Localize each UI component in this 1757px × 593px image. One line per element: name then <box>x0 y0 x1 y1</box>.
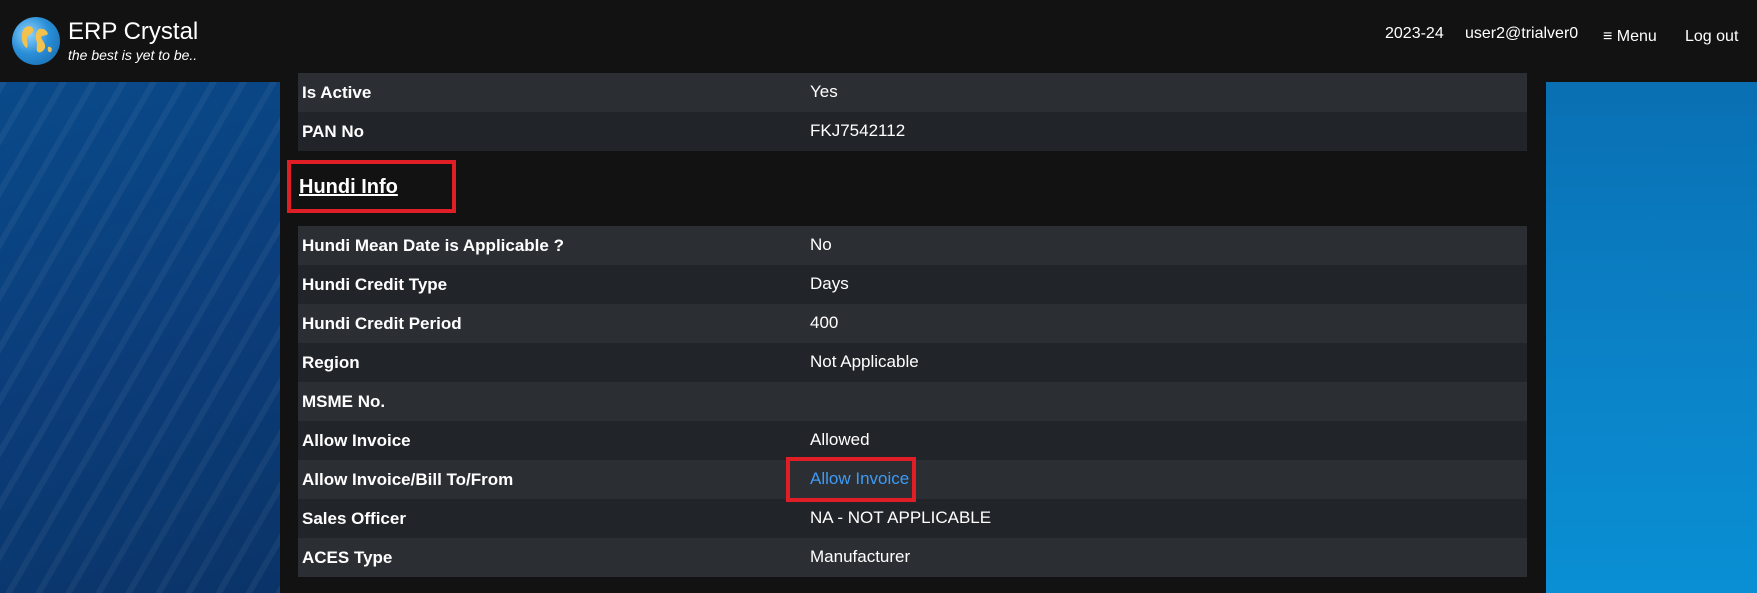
detail-row-sales-officer: Sales Officer NA - NOT APPLICABLE <box>298 499 1527 538</box>
detail-row-region: Region Not Applicable <box>298 343 1527 382</box>
detail-value: 400 <box>810 313 839 332</box>
detail-value: Yes <box>810 82 838 101</box>
logout-link[interactable]: Log out <box>1685 28 1738 46</box>
detail-value: No <box>810 235 832 254</box>
detail-label: Hundi Credit Period <box>302 314 462 333</box>
detail-value: Not Applicable <box>810 352 919 371</box>
detail-value: Days <box>810 274 849 293</box>
detail-label: Allow Invoice <box>302 431 411 450</box>
fiscal-year-link[interactable]: 2023-24 <box>1385 25 1444 43</box>
brand-tagline: the best is yet to be.. <box>68 47 198 63</box>
highlight-box-link <box>786 457 916 502</box>
detail-value: Manufacturer <box>810 547 911 566</box>
background-right <box>1546 82 1757 593</box>
detail-label: Is Active <box>302 83 372 102</box>
brand-name: ERP Crystal <box>68 18 199 45</box>
detail-row-msme-no: MSME No. <box>298 382 1527 421</box>
globe-icon <box>12 17 60 65</box>
detail-row-pan-no: PAN No FKJ7542112 <box>298 112 1527 151</box>
detail-row-hundi-credit-type: Hundi Credit Type Days <box>298 265 1527 304</box>
detail-row-allow-invoice: Allow Invoice Allowed <box>298 421 1527 460</box>
detail-label: Sales Officer <box>302 509 406 528</box>
detail-value: NA - NOT APPLICABLE <box>810 508 992 527</box>
detail-row-hundi-mean-date: Hundi Mean Date is Applicable ? No <box>298 226 1527 265</box>
detail-row-hundi-credit-period: Hundi Credit Period 400 <box>298 304 1527 343</box>
detail-label: Allow Invoice/Bill To/From <box>302 470 514 489</box>
detail-label: Hundi Credit Type <box>302 275 448 294</box>
user-account-link[interactable]: user2@trialver0 <box>1465 25 1578 43</box>
menu-button[interactable]: ≡ Menu <box>1603 28 1657 46</box>
top-navbar: ERP Crystal the best is yet to be.. 2023… <box>0 0 1757 82</box>
detail-label: Hundi Mean Date is Applicable ? <box>302 236 564 255</box>
detail-label: PAN No <box>302 122 365 141</box>
detail-value: Allowed <box>810 430 870 449</box>
detail-label: ACES Type <box>302 548 393 567</box>
brand-logo-link[interactable]: ERP Crystal the best is yet to be.. <box>12 17 198 65</box>
details-panel: Is Active Yes PAN No FKJ7542112 Hundi In… <box>280 73 1546 593</box>
section-title-hundi-info: Hundi Info <box>299 176 398 198</box>
detail-value: FKJ7542112 <box>810 121 906 140</box>
detail-row-aces-type: ACES Type Manufacturer <box>298 538 1527 577</box>
background-left <box>0 82 280 593</box>
detail-row-is-active: Is Active Yes <box>298 73 1527 112</box>
detail-label: Region <box>302 353 360 372</box>
detail-label: MSME No. <box>302 392 386 411</box>
